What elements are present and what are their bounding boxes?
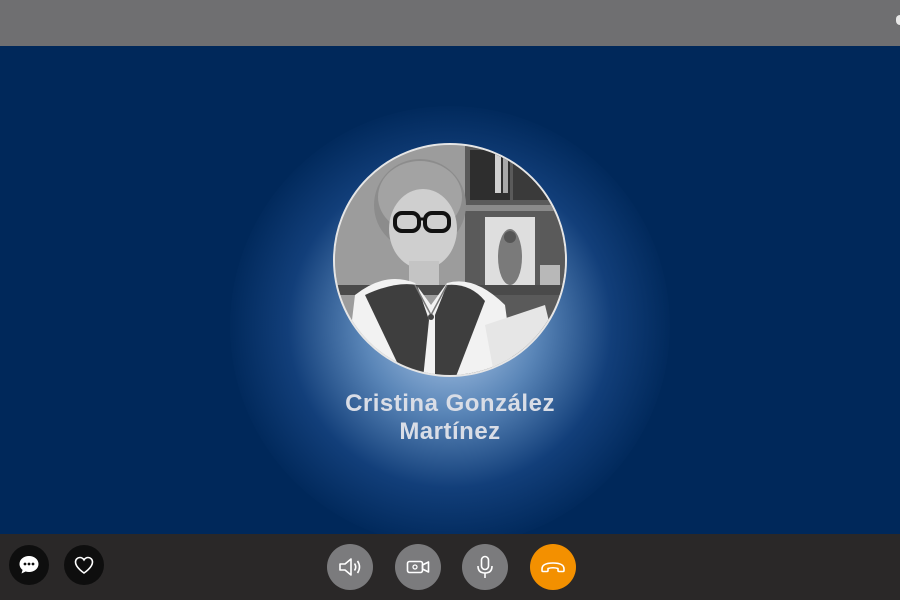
speaker-icon bbox=[339, 558, 361, 576]
video-button[interactable] bbox=[395, 544, 441, 590]
caller-name-line1: Cristina González bbox=[345, 390, 555, 417]
hang-up-icon bbox=[541, 562, 565, 573]
caller-name: Cristina González Martínez bbox=[250, 390, 650, 446]
microphone-button[interactable] bbox=[462, 544, 508, 590]
favorite-button[interactable] bbox=[64, 545, 104, 585]
hang-up-button[interactable] bbox=[530, 544, 576, 590]
top-bar bbox=[0, 0, 900, 46]
microphone-icon bbox=[477, 555, 493, 578]
caller-name-line2: Martínez bbox=[399, 418, 501, 445]
call-stage: Cristina González Martínez bbox=[0, 46, 900, 534]
caller-avatar bbox=[333, 143, 567, 377]
chat-bubble-icon bbox=[19, 556, 39, 574]
call-controls-bar bbox=[0, 534, 900, 600]
speaker-button[interactable] bbox=[327, 544, 373, 590]
caller-photo bbox=[335, 145, 565, 375]
video-camera-icon bbox=[406, 560, 430, 574]
chat-button[interactable] bbox=[9, 545, 49, 585]
window-control-dot[interactable] bbox=[896, 15, 900, 25]
heart-icon bbox=[74, 556, 94, 574]
